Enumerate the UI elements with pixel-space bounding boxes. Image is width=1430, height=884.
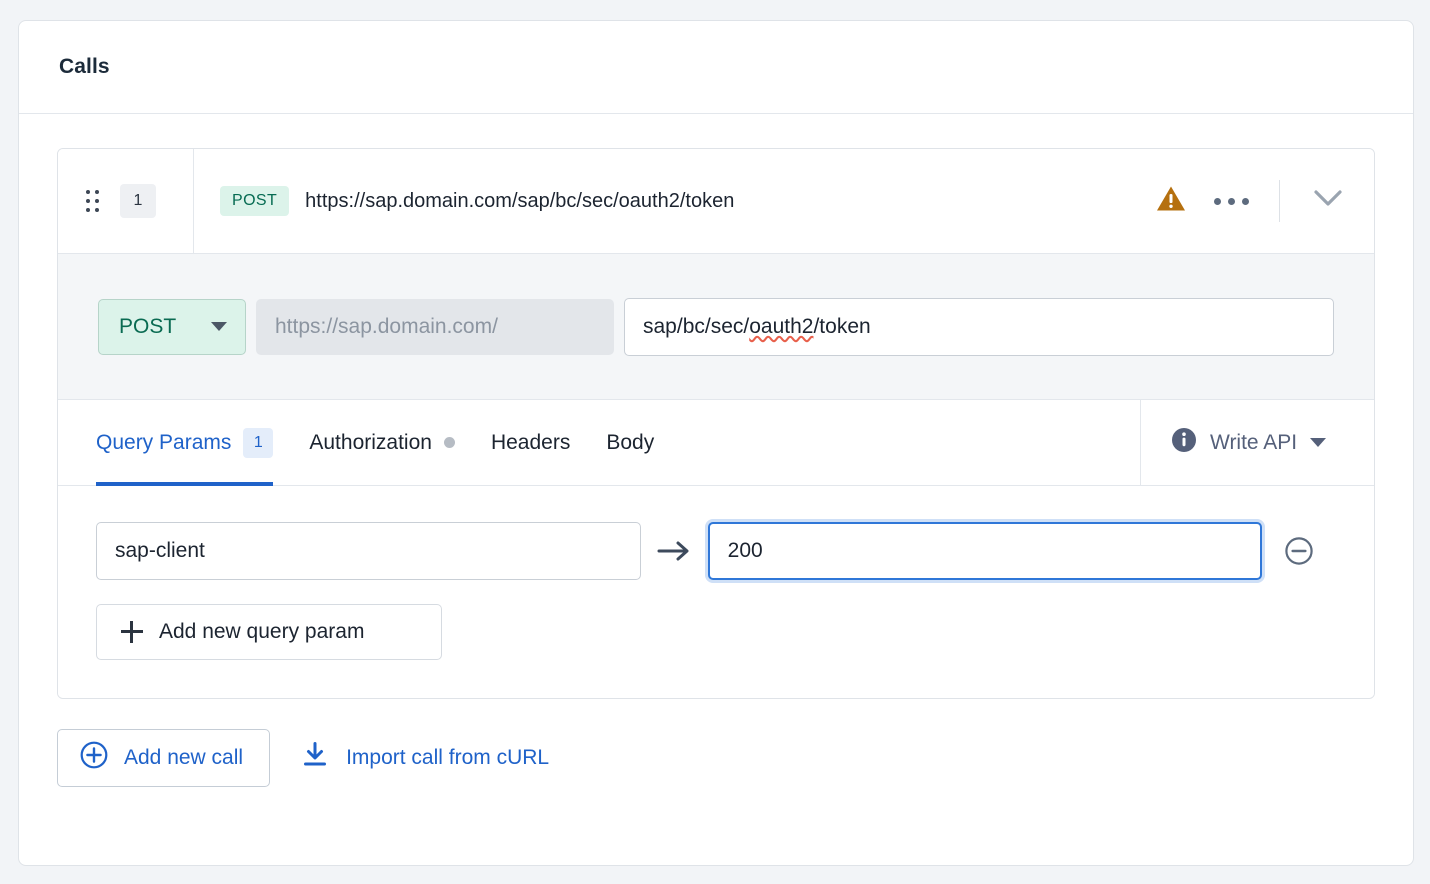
circle-plus-icon [80, 741, 108, 775]
method-select-value: POST [119, 314, 177, 338]
call-panel: 1 POST https://sap.domain.com/sap/bc/sec… [57, 148, 1375, 699]
url-path-suffix: /token [813, 314, 871, 338]
plus-icon [121, 621, 143, 643]
calls-card: Calls 1 POST https://sap.domain.com/sap/… [18, 20, 1414, 866]
add-new-call-label: Add new call [124, 746, 244, 769]
add-query-param-label: Add new query param [159, 620, 365, 643]
call-footer-actions: Add new call Import call from cURL [57, 729, 1375, 827]
query-param-value-input[interactable] [709, 524, 1260, 578]
method-select[interactable]: POST [98, 298, 246, 355]
call-tabs: Query Params 1 Authorization Headers Bod… [58, 400, 1140, 486]
calls-body: 1 POST https://sap.domain.com/sap/bc/sec… [19, 114, 1413, 827]
query-param-value-wrap [707, 522, 1262, 580]
tab-label: Headers [490, 430, 571, 454]
add-new-call-button[interactable]: Add new call [57, 729, 271, 787]
page-root: Calls 1 POST https://sap.domain.com/sap/… [0, 0, 1430, 884]
warning-icon[interactable] [1156, 185, 1186, 217]
tab-authorization[interactable]: Authorization [291, 400, 473, 486]
url-path-prefix: sap/bc/sec/ [643, 314, 750, 338]
call-url-text: https://sap.domain.com/sap/bc/sec/oauth2… [305, 189, 735, 212]
query-params-area: Add new query param [58, 486, 1374, 698]
url-editor-row: POST https://sap.domain.com/ sap/bc/sec/… [58, 254, 1374, 400]
add-query-param-button[interactable]: Add new query param [96, 604, 442, 660]
call-summary-actions [1156, 149, 1374, 254]
download-icon [300, 740, 330, 776]
import-curl-button[interactable]: Import call from cURL [292, 740, 557, 776]
tab-label: Authorization [309, 430, 432, 454]
page-title: Calls [59, 55, 110, 78]
call-summary-main: POST https://sap.domain.com/sap/bc/sec/o… [194, 186, 1156, 216]
call-tabs-row: Query Params 1 Authorization Headers Bod… [58, 400, 1374, 486]
api-mode-label: Write API [1210, 430, 1298, 454]
calls-card-header: Calls [19, 21, 1413, 114]
base-url-field: https://sap.domain.com/ [256, 298, 614, 355]
url-path-input[interactable]: sap/bc/sec/oauth2/token [624, 297, 1334, 356]
tab-label: Query Params [96, 430, 232, 454]
chevron-down-icon [211, 322, 227, 331]
query-param-row [96, 522, 1336, 580]
chevron-down-icon[interactable] [1306, 182, 1350, 220]
tab-label: Body [606, 430, 655, 454]
info-icon [1171, 427, 1197, 458]
tab-body[interactable]: Body [588, 400, 672, 486]
tab-headers[interactable]: Headers [473, 400, 588, 486]
url-path-spellcheck-word: oauth2 [749, 314, 814, 338]
api-mode-selector[interactable]: Write API [1140, 400, 1374, 485]
call-summary-row[interactable]: 1 POST https://sap.domain.com/sap/bc/sec… [58, 149, 1374, 254]
call-method-badge: POST [220, 186, 290, 216]
tab-count-badge: 1 [243, 427, 274, 458]
tab-query-params[interactable]: Query Params 1 [96, 400, 291, 486]
query-param-key-input[interactable] [96, 522, 642, 580]
tab-status-dot-icon [443, 437, 455, 448]
arrow-right-icon [641, 540, 707, 562]
action-divider [1279, 180, 1280, 222]
drag-handle-icon[interactable] [86, 190, 100, 212]
import-curl-label: Import call from cURL [346, 746, 550, 769]
remove-query-param-button[interactable] [1262, 536, 1336, 566]
call-order-badge: 1 [120, 184, 156, 218]
more-options-icon[interactable] [1208, 188, 1255, 215]
call-drag-zone: 1 [58, 149, 194, 254]
chevron-down-icon [1310, 438, 1327, 447]
